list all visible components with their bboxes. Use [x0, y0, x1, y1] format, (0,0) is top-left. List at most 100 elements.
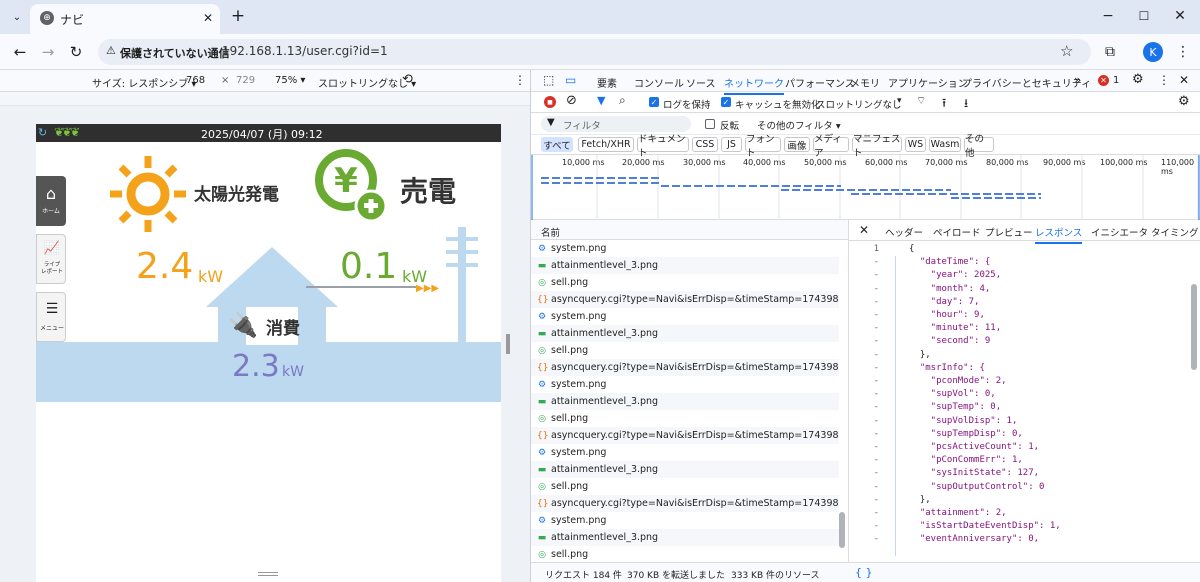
resize-handle-right[interactable]	[506, 334, 510, 354]
import-icon[interactable]: ⭱	[942, 94, 946, 115]
browser-tab[interactable]: ⊕ ナビ ✕	[30, 4, 220, 34]
tab-console[interactable]: コンソール	[634, 75, 684, 90]
throttle-caret-icon[interactable]: ▾	[897, 96, 902, 106]
type-document[interactable]: ドキュメント	[637, 134, 689, 159]
response-body[interactable]: 1{- "dateTime": {- "year": 2025, - "month…	[849, 244, 1189, 562]
disable-cache-checkbox[interactable]: ✓	[721, 97, 731, 107]
request-row[interactable]: ▬ attainmentlevel_3.png	[531, 461, 839, 478]
search-icon[interactable]: ⌕	[619, 93, 626, 108]
close-window-icon[interactable]: ✕	[1170, 6, 1190, 26]
detail-tab-payload[interactable]: ペイロード	[933, 225, 981, 239]
nav-home[interactable]: ⌂ ホーム	[36, 176, 66, 226]
inspect-icon[interactable]: ⬚	[543, 73, 554, 87]
type-wasm[interactable]: Wasm	[929, 137, 961, 152]
close-tab-icon[interactable]: ✕	[200, 10, 216, 26]
type-all[interactable]: すべて	[541, 137, 573, 152]
devtools-more-icon[interactable]: ⋮	[1158, 73, 1170, 87]
pretty-print-button[interactable]: { }	[855, 566, 873, 579]
width-input[interactable]: 768	[186, 75, 216, 86]
address-bar[interactable]: ⚠ 保護されていない通信 192.168.1.13/user.cgi?id=1 …	[98, 39, 1091, 65]
refresh-icon[interactable]: ↻	[38, 126, 47, 139]
filter-funnel-icon[interactable]: ▼	[597, 94, 605, 107]
request-row[interactable]: {} asyncquery.cgi?type=Navi&isErrDisp=&ti…	[531, 495, 839, 512]
image-file-icon: ▬	[537, 328, 547, 339]
zoom-dropdown[interactable]: 75% ▾	[275, 75, 305, 86]
tab-search-button[interactable]: ⌄	[8, 8, 26, 26]
request-row[interactable]: ▬ attainmentlevel_3.png	[531, 325, 839, 342]
network-throttle-dropdown[interactable]: スロットリングなし	[816, 97, 902, 111]
record-icon[interactable]: ■	[544, 96, 556, 108]
detail-tab-timing[interactable]: タイミング	[1151, 225, 1199, 239]
tab-privacy[interactable]: プライバシーとセキュリティ	[962, 75, 1091, 90]
type-manifest[interactable]: マニフェスト	[852, 134, 902, 159]
tab-elements[interactable]: 要素	[597, 75, 617, 90]
clear-icon[interactable]: ⊘	[566, 93, 577, 108]
settings-gear-icon[interactable]: ⚙	[1132, 72, 1144, 87]
resize-handle-bottom[interactable]	[258, 572, 278, 576]
new-tab-button[interactable]: +	[228, 6, 248, 26]
request-scrollbar[interactable]	[839, 512, 845, 548]
type-fetch-xhr[interactable]: Fetch/XHR	[578, 137, 634, 152]
forward-icon[interactable]: →	[38, 42, 58, 62]
request-row[interactable]: ◎ sell.png	[531, 342, 839, 359]
minimize-icon[interactable]: −	[1098, 6, 1118, 26]
request-row[interactable]: ◎ sell.png	[531, 478, 839, 495]
extensions-icon[interactable]: ⧉	[1100, 42, 1120, 62]
type-css[interactable]: CSS	[692, 137, 718, 152]
device-toggle-icon[interactable]: ▭	[565, 73, 576, 87]
wifi-icon[interactable]: ⌔	[916, 94, 926, 108]
nav-live-report[interactable]: 📈 ライブ レポート	[36, 234, 66, 284]
request-row[interactable]: ⚙ system.png	[531, 512, 839, 529]
request-row[interactable]: ▬ attainmentlevel_3.png	[531, 529, 839, 546]
request-row[interactable]: ◎ sell.png	[531, 274, 839, 291]
menu-icon[interactable]: ⋮	[1175, 42, 1191, 62]
invert-checkbox[interactable]	[705, 119, 715, 129]
detail-tab-headers[interactable]: ヘッダー	[885, 225, 923, 239]
type-media[interactable]: メディア	[813, 134, 849, 159]
network-settings-icon[interactable]: ⚙	[1178, 94, 1190, 109]
request-row[interactable]: ▬ attainmentlevel_3.png	[531, 257, 839, 274]
error-count[interactable]: 1	[1113, 75, 1119, 86]
request-row[interactable]: {} asyncquery.cgi?type=Navi&isErrDisp=&ti…	[531, 291, 839, 308]
type-ws[interactable]: WS	[905, 137, 926, 152]
globe-icon: ⊕	[40, 11, 54, 25]
home-icon: ⌂	[45, 184, 57, 203]
detail-close-icon[interactable]: ✕	[859, 223, 869, 237]
back-icon[interactable]: ←	[10, 42, 30, 62]
devtools-close-icon[interactable]: ✕	[1179, 73, 1189, 87]
more-tabs-icon[interactable]: »	[1074, 73, 1081, 87]
tab-performance[interactable]: パフォーマンス	[785, 75, 855, 90]
device-more-icon[interactable]: ⋮	[514, 73, 526, 87]
request-row[interactable]: {} asyncquery.cgi?type=Navi&isErrDisp=&ti…	[531, 427, 839, 444]
detail-tab-preview[interactable]: プレビュー	[985, 225, 1033, 239]
export-icon[interactable]: ⭳	[964, 94, 968, 115]
nav-menu[interactable]: ☰ メニュー	[36, 292, 66, 342]
profile-avatar[interactable]: K	[1143, 42, 1163, 62]
reload-icon[interactable]: ↻	[66, 42, 86, 62]
type-image[interactable]: 画像	[784, 137, 810, 152]
maximize-icon[interactable]: ☐	[1134, 6, 1154, 26]
preserve-log-checkbox[interactable]: ✓	[649, 97, 659, 107]
height-input[interactable]: 729	[236, 75, 255, 86]
size-dropdown[interactable]: サイズ: レスポンシブ ▾	[92, 75, 196, 90]
type-js[interactable]: JS	[721, 137, 742, 152]
request-row[interactable]: ⚙ system.png	[531, 308, 839, 325]
request-row[interactable]: {} asyncquery.cgi?type=Navi&isErrDisp=&ti…	[531, 359, 839, 376]
detail-tab-initiator[interactable]: イニシエータ	[1091, 225, 1148, 239]
request-row[interactable]: ⚙ system.png	[531, 240, 839, 257]
request-row[interactable]: ◎ sell.png	[531, 410, 839, 427]
request-row[interactable]: ◎ sell.png	[531, 546, 839, 562]
url-text[interactable]: 192.168.1.13/user.cgi?id=1	[222, 44, 388, 58]
detail-tab-response[interactable]: レスポンス	[1035, 225, 1083, 244]
bookmark-star-icon[interactable]: ☆	[1060, 42, 1073, 60]
type-font[interactable]: フォント	[745, 134, 781, 159]
rotate-icon[interactable]: ⟲	[402, 72, 413, 87]
type-other[interactable]: その他	[964, 134, 994, 159]
request-row[interactable]: ⚙ system.png	[531, 376, 839, 393]
response-scrollbar[interactable]	[1191, 284, 1197, 370]
request-row[interactable]: ▬ attainmentlevel_3.png	[531, 393, 839, 410]
tab-application[interactable]: アプリケーション	[888, 75, 968, 90]
tab-sources[interactable]: ソース	[686, 75, 716, 90]
tab-memory[interactable]: メモリ	[850, 75, 880, 90]
request-row[interactable]: ⚙ system.png	[531, 444, 839, 461]
